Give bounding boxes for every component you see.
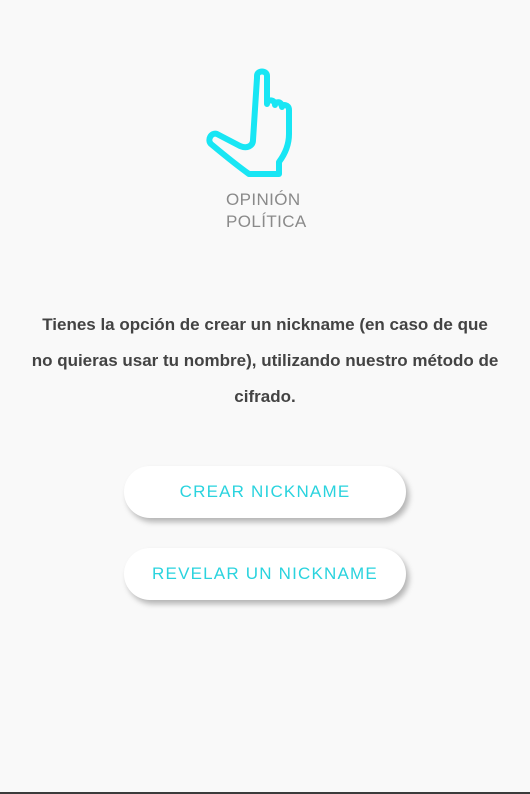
app-name: OPINIÓN POLÍTICA <box>226 189 306 233</box>
pointing-hand-icon <box>206 68 292 177</box>
create-nickname-button[interactable]: CREAR NICKNAME <box>124 466 406 518</box>
app-name-line1: OPINIÓN <box>226 190 301 209</box>
reveal-nickname-button[interactable]: REVELAR UN NICKNAME <box>124 548 406 600</box>
intro-text: Tienes la opción de crear un nickname (e… <box>31 315 499 406</box>
app-name-line2: POLÍTICA <box>226 212 307 231</box>
app-logo: OPINIÓN POLÍTICA <box>0 64 530 233</box>
